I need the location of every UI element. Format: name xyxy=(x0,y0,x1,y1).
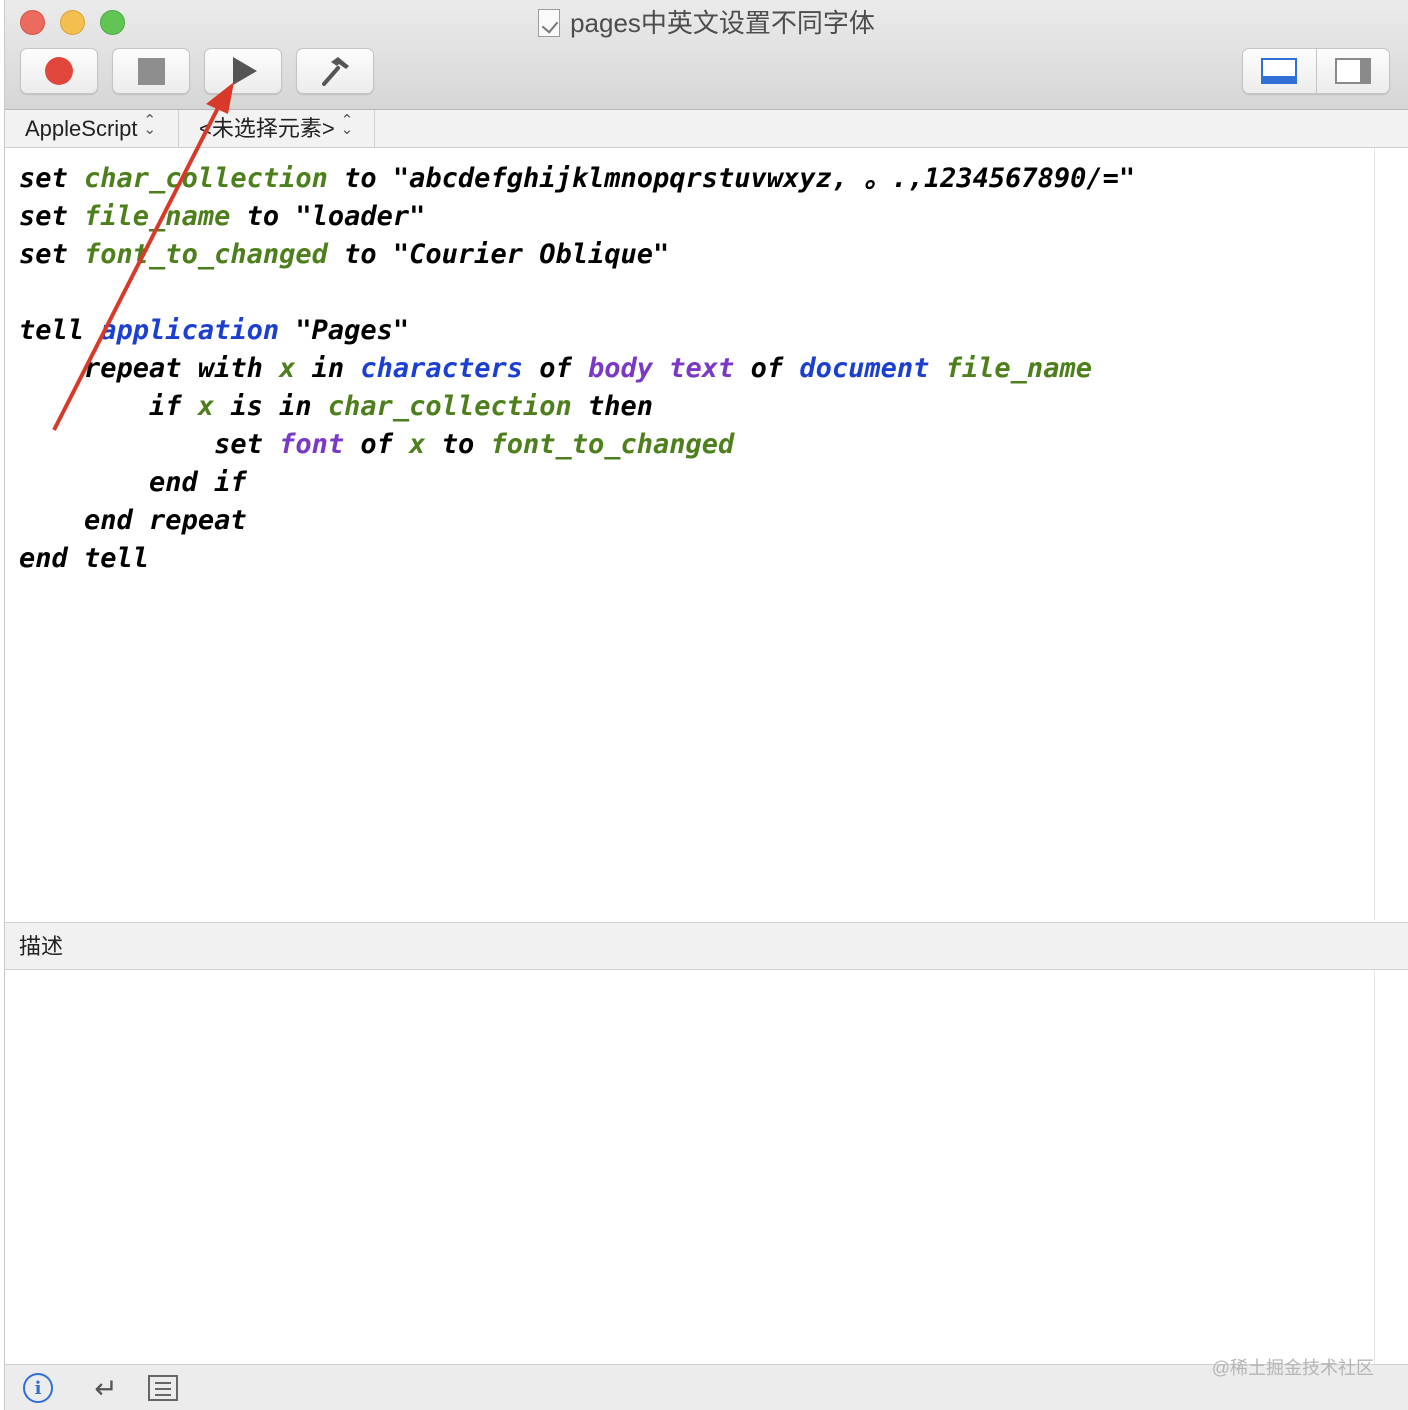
code-token-var: char_collection xyxy=(84,163,328,194)
code-token-kw: repeat with xyxy=(84,353,280,384)
code-token-kw: then xyxy=(571,391,654,422)
code-token-var: font_to_changed xyxy=(84,239,328,270)
code-token-kw: if xyxy=(149,391,198,422)
description-header: 描述 xyxy=(5,922,1408,970)
show-bottom-pane-button[interactable] xyxy=(1243,49,1316,93)
code-token-var: file_name xyxy=(84,201,231,232)
list-icon-line xyxy=(155,1394,171,1396)
code-token-kw: of xyxy=(734,353,800,384)
code-token-var: char_collection xyxy=(327,391,572,422)
code-line: end repeat xyxy=(19,502,1135,540)
view-toggle xyxy=(1242,48,1390,94)
script-code: set char_collection to "abcdefghijklmnop… xyxy=(19,160,1135,578)
code-token-kw: end tell xyxy=(19,543,150,574)
code-line: repeat with x in characters of body text… xyxy=(19,350,1135,388)
code-token-kw: to xyxy=(230,201,296,232)
code-token-prop: body text xyxy=(588,353,735,384)
run-button[interactable] xyxy=(204,48,282,94)
element-selector[interactable]: <未选择元素> ⌃ ⌄ xyxy=(199,110,375,148)
code-token-kw: set xyxy=(19,239,85,270)
code-token-kw: in xyxy=(295,353,361,384)
play-icon xyxy=(233,57,257,85)
list-icon[interactable] xyxy=(148,1375,178,1401)
bottom-pane-icon xyxy=(1261,58,1298,84)
compile-button[interactable] xyxy=(296,48,374,94)
code-token-str: "Pages" xyxy=(295,315,410,346)
code-token-kw: is in xyxy=(214,391,328,422)
code-token-kw: set xyxy=(19,163,85,194)
code-token-str: "Courier Oblique" xyxy=(392,239,670,270)
code-token-kw: end if xyxy=(149,467,247,498)
code-line: set font of x to font_to_changed xyxy=(19,426,1135,464)
code-line: set char_collection to "abcdefghijklmnop… xyxy=(19,160,1135,198)
code-token-kw: tell xyxy=(19,315,101,346)
window-title: pages中英文设置不同字体 xyxy=(5,4,1408,42)
language-selector[interactable]: AppleScript ⌃ ⌄ xyxy=(25,110,179,148)
code-token-kw xyxy=(929,353,945,384)
description-field[interactable] xyxy=(5,970,1375,1364)
code-token-app: document xyxy=(799,353,930,384)
code-line: if x is in char_collection then xyxy=(19,388,1135,426)
script-editor-window: pages中英文设置不同字体 AppleScript ⌃ ⌄ <未选择元素> ⌃… xyxy=(4,0,1408,1410)
code-line: end tell xyxy=(19,540,1135,578)
code-token-var: font_to_changed xyxy=(490,429,735,460)
code-token-kw xyxy=(279,315,295,346)
toolbar: pages中英文设置不同字体 xyxy=(5,0,1408,110)
stop-icon xyxy=(137,57,165,85)
code-token-kw: to xyxy=(327,163,393,194)
document-icon xyxy=(538,9,561,37)
script-editor[interactable]: set char_collection to "abcdefghijklmnop… xyxy=(5,148,1375,920)
code-token-var: x xyxy=(197,391,215,422)
chevron-updown-icon: ⌃ ⌄ xyxy=(143,112,157,138)
record-icon xyxy=(45,57,73,85)
code-line: tell application "Pages" xyxy=(19,312,1135,350)
code-token-kw: of xyxy=(522,353,588,384)
list-icon-line xyxy=(155,1382,171,1384)
code-token-var: file_name xyxy=(945,353,1092,384)
code-token-kw: to xyxy=(327,239,393,270)
element-selector-label: <未选择元素> xyxy=(199,116,335,141)
sidebar-icon xyxy=(1334,58,1371,84)
code-token-str: "loader" xyxy=(295,201,426,232)
code-line: end if xyxy=(19,464,1135,502)
show-sidebar-button[interactable] xyxy=(1315,49,1390,93)
code-token-kw: of xyxy=(344,429,410,460)
code-token-kw: to xyxy=(425,429,491,460)
info-icon[interactable]: i xyxy=(23,1373,53,1403)
hammer-icon xyxy=(322,57,349,86)
code-token-var: x xyxy=(279,353,296,384)
return-icon[interactable]: ↵ xyxy=(91,1373,121,1404)
code-token-kw: set xyxy=(214,429,280,460)
code-token-str: "abcdefghijklmnopqrstuvwxyz, 。.,12345678… xyxy=(392,163,1136,194)
code-line: set file_name to "loader" xyxy=(19,198,1135,236)
code-token-var: x xyxy=(409,429,426,460)
chevron-updown-icon: ⌃ ⌄ xyxy=(340,112,354,138)
window-title-text: pages中英文设置不同字体 xyxy=(570,8,875,38)
code-token-kw: set xyxy=(19,201,85,232)
navigation-bar: AppleScript ⌃ ⌄ <未选择元素> ⌃ ⌄ xyxy=(5,110,1408,148)
stop-button[interactable] xyxy=(112,48,190,94)
code-token-app: application xyxy=(100,315,280,346)
bottom-bar: i ↵ xyxy=(5,1364,1408,1410)
code-line: set font_to_changed to "Courier Oblique" xyxy=(19,236,1135,274)
record-button[interactable] xyxy=(20,48,98,94)
list-icon-line xyxy=(155,1388,171,1390)
code-token-kw: end repeat xyxy=(84,505,247,536)
watermark: @稀土掘金技术社区 xyxy=(1211,1358,1374,1378)
code-token-prop: font xyxy=(279,429,345,460)
code-token-app: characters xyxy=(360,353,523,384)
language-selector-label: AppleScript xyxy=(25,116,138,141)
